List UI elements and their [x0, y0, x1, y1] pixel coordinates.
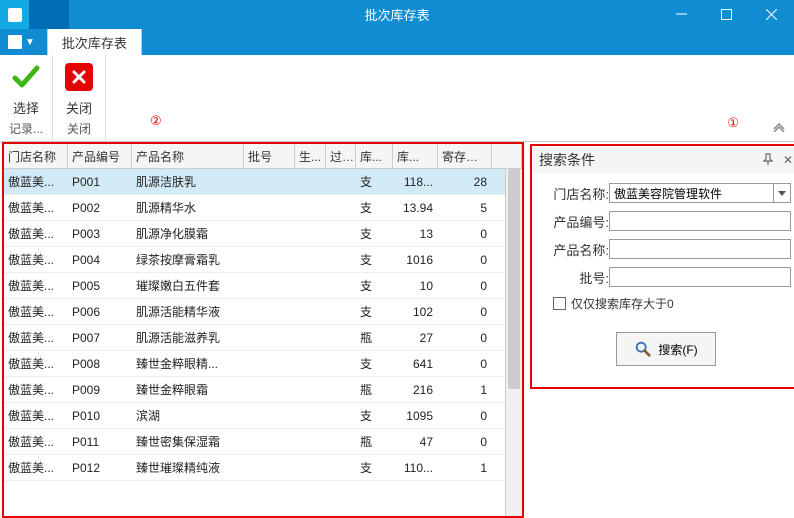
collapse-ribbon-button[interactable]: [772, 121, 786, 135]
col-name[interactable]: 产品名称: [132, 144, 244, 168]
toolbar-group-record: 选择 记录...: [0, 55, 53, 141]
data-table: 门店名称 产品编号 产品名称 批号 生... 过... 库... 库... 寄存…: [2, 142, 524, 518]
tab-batch-stock[interactable]: 批次库存表: [47, 26, 142, 58]
batch-input[interactable]: [609, 267, 791, 287]
table-row[interactable]: 傲蓝美...P006肌源活能精华液支1020: [4, 299, 522, 325]
table-row[interactable]: 傲蓝美...P008臻世金粹眼精...支6410: [4, 351, 522, 377]
col-exp[interactable]: 过...: [326, 144, 356, 168]
col-unit[interactable]: 库...: [356, 144, 393, 168]
table-body: 傲蓝美...P001肌源洁肤乳支118...28傲蓝美...P002肌源精华水支…: [4, 169, 522, 516]
label-batch: 批号:: [541, 268, 609, 287]
marker-1: ①: [727, 115, 739, 131]
table-row[interactable]: 傲蓝美...P012臻世璀璨精纯液支110...1: [4, 455, 522, 481]
col-dep[interactable]: 寄存库...: [438, 144, 492, 168]
toolbar-group-label-record: 记录...: [9, 117, 43, 140]
table-row[interactable]: 傲蓝美...P005璀璨嫩白五件套支100: [4, 273, 522, 299]
label-name: 产品名称:: [541, 240, 609, 259]
close-button[interactable]: 关闭: [53, 55, 105, 117]
name-input[interactable]: [609, 239, 791, 259]
gt-zero-checkbox[interactable]: 仅仅搜索库存大于0: [553, 295, 791, 312]
close-window-button[interactable]: [749, 0, 794, 29]
col-sku[interactable]: 产品编号: [68, 144, 132, 168]
table-row[interactable]: 傲蓝美...P002肌源精华水支13.945: [4, 195, 522, 221]
col-batch[interactable]: 批号: [244, 144, 295, 168]
minimize-button[interactable]: [659, 0, 704, 29]
marker-2: ②: [150, 113, 162, 129]
table-row[interactable]: 傲蓝美...P001肌源洁肤乳支118...28: [4, 169, 522, 195]
table-row[interactable]: 傲蓝美...P007肌源活能滋养乳瓶270: [4, 325, 522, 351]
table-row[interactable]: 傲蓝美...P004绿茶按摩膏霜乳支10160: [4, 247, 522, 273]
menu-bar: ▼ 批次库存表: [0, 29, 794, 55]
search-title: 搜索条件: [539, 150, 595, 170]
checkbox-icon: [553, 297, 566, 310]
vertical-scrollbar[interactable]: [505, 169, 522, 516]
store-select[interactable]: [609, 183, 773, 203]
search-button[interactable]: 搜索(F): [616, 332, 716, 366]
search-form: 门店名称: 产品编号: 产品名称: 批号:: [533, 173, 794, 386]
toolbar-group-close: 关闭 关闭: [53, 55, 106, 141]
app-logo: [0, 0, 29, 29]
label-store: 门店名称:: [541, 184, 609, 203]
close-panel-icon[interactable]: ✕: [783, 153, 793, 168]
table-row[interactable]: 傲蓝美...P009臻世金粹眼霜瓶2161: [4, 377, 522, 403]
table-row[interactable]: 傲蓝美...P010滨湖支10950: [4, 403, 522, 429]
search-icon: [634, 340, 652, 358]
table-row[interactable]: 傲蓝美...P011臻世密集保湿霜瓶470: [4, 429, 522, 455]
select-button[interactable]: 选择: [0, 55, 52, 117]
file-menu-button[interactable]: ▼: [0, 35, 43, 49]
search-panel: 搜索条件 ✕ 门店名称: 产品编号:: [530, 144, 794, 389]
toolbar: 选择 记录... 关闭 关闭 ② ①: [0, 55, 794, 142]
pin-icon[interactable]: [763, 153, 773, 168]
table-row[interactable]: 傲蓝美...P003肌源净化膜霜支130: [4, 221, 522, 247]
search-header: 搜索条件 ✕: [533, 147, 794, 173]
qat-area: [29, 0, 69, 29]
sku-input[interactable]: [609, 211, 791, 231]
col-extra: [492, 144, 522, 168]
side-panel: 搜索条件 ✕ 门店名称: 产品编号:: [526, 142, 794, 518]
col-qty[interactable]: 库...: [393, 144, 438, 168]
maximize-button[interactable]: [704, 0, 749, 29]
main-area: 门店名称 产品编号 产品名称 批号 生... 过... 库... 库... 寄存…: [0, 142, 794, 518]
window-title: 批次库存表: [364, 5, 429, 24]
label-sku: 产品编号:: [541, 212, 609, 231]
col-store[interactable]: 门店名称: [4, 144, 68, 168]
table-header: 门店名称 产品编号 产品名称 批号 生... 过... 库... 库... 寄存…: [4, 144, 522, 169]
store-dropdown-button[interactable]: [773, 183, 791, 203]
col-prod[interactable]: 生...: [295, 144, 326, 168]
title-bar: 批次库存表: [0, 0, 794, 29]
toolbar-group-label-close: 关闭: [67, 117, 91, 140]
